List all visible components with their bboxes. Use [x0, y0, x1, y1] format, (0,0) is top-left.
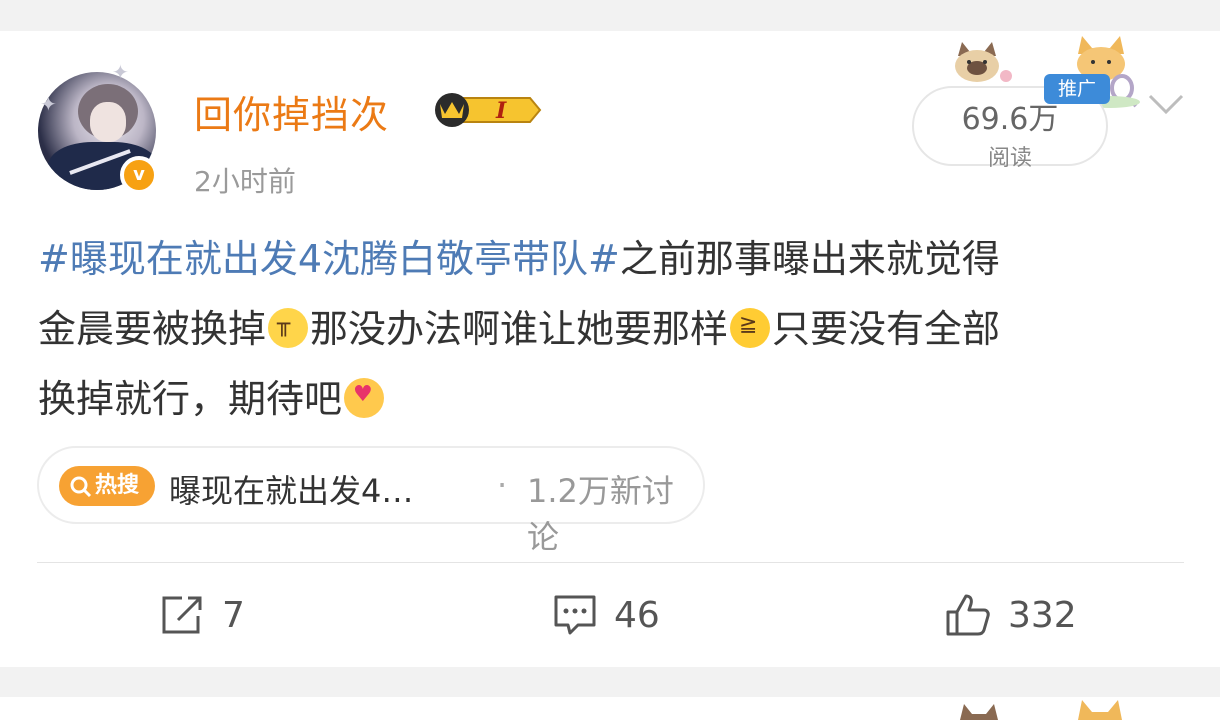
hot-search-tag-label: 热搜 [95, 473, 140, 498]
hashtag-link[interactable]: #曝现在就出发4沈腾白敬亭带队# [38, 237, 620, 281]
hot-search-tag: 热搜 [59, 466, 155, 506]
cat-sticker-left-decoration [955, 42, 1012, 82]
sparkle-icon: ✦ [112, 60, 129, 84]
verified-badge-icon: v [120, 156, 158, 194]
hot-search-discussion-count: 1.2万新讨论 [527, 472, 674, 556]
comment-count: 46 [614, 594, 660, 636]
post-timestamp: 2小时前 [194, 165, 296, 198]
like-count: 332 [1008, 594, 1077, 636]
username-link[interactable]: 回你掉挡次 [194, 84, 389, 139]
laugh-cry-emoji-icon: ≧ [730, 308, 771, 348]
post-text-segment: 换掉就行，期待吧 [38, 377, 343, 421]
hot-search-link[interactable]: 热搜 曝现在就出发4… · 1.2万新讨论 [37, 446, 705, 556]
next-post-card[interactable] [0, 697, 1220, 720]
feed-gap-top [0, 0, 1220, 31]
post-text-segment: 只要没有全部 [772, 307, 1001, 351]
sparkle-icon: ✦ [40, 92, 57, 116]
read-count-label: 阅读 [987, 146, 1032, 171]
post-body-text: #曝现在就出发4沈腾白敬亭带队#之前那事曝出来就觉得 金晨要被换掉 ╥ 那没办法啊谁… [38, 224, 1188, 434]
crying-emoji-icon: ╥ [268, 308, 309, 348]
like-button[interactable]: 332 [944, 590, 1077, 640]
search-icon [70, 476, 92, 498]
heart-eyes-emoji-icon: ♥ [344, 378, 385, 418]
avatar-face-shape [90, 102, 126, 142]
comment-icon [554, 595, 596, 635]
promotion-badge: 推广 [1044, 74, 1110, 104]
post-text-segment: 金晨要被换掉 [38, 307, 267, 351]
share-icon [162, 596, 202, 634]
hot-search-separator: · [497, 466, 508, 504]
chevron-down-icon[interactable] [1146, 90, 1186, 120]
share-button[interactable]: 7 [160, 590, 245, 640]
post-text-segment: 之前那事曝出来就觉得 [619, 237, 1000, 281]
cat-sticker-right-decoration [1078, 700, 1122, 720]
like-icon [946, 594, 990, 636]
share-count: 7 [222, 594, 245, 636]
vip-level-text: I [495, 98, 507, 124]
vip-crown-badge-icon[interactable]: I [430, 90, 542, 130]
action-bar-divider [37, 562, 1184, 563]
post-text-segment: 那没办法啊谁让她要那样 [310, 307, 729, 351]
comment-button[interactable]: 46 [552, 590, 660, 640]
hot-search-title: 曝现在就出发4… [169, 472, 414, 510]
cat-sticker-left-decoration [960, 704, 998, 720]
